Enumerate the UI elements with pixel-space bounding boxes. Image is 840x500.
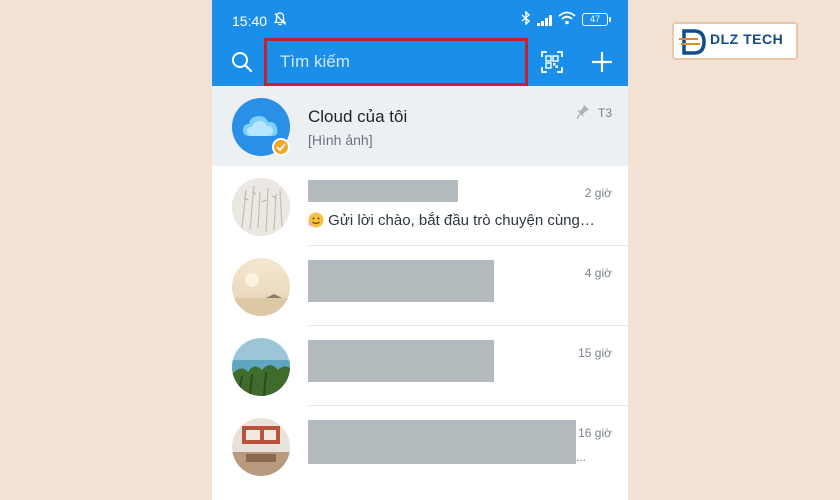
wifi-icon xyxy=(558,11,576,28)
watermark-tagline xyxy=(710,48,711,54)
conversation-row[interactable]: 4 giờ xyxy=(212,246,628,326)
battery-icon: 47 xyxy=(582,13,611,26)
conversation-time: T3 xyxy=(597,106,612,120)
verified-icon xyxy=(272,138,290,156)
avatar xyxy=(232,338,290,396)
pin-icon xyxy=(576,104,590,120)
status-bar: 15:40 47 xyxy=(212,0,628,38)
conversation-time: 16 giờ xyxy=(578,426,612,440)
avatar xyxy=(232,178,290,236)
redacted-content xyxy=(308,340,494,382)
header-bar: Tìm kiếm xyxy=(212,38,628,86)
status-left: 15:40 xyxy=(232,12,287,29)
emoji-icon xyxy=(308,212,328,229)
plus-icon[interactable] xyxy=(590,50,614,74)
conversation-row[interactable]: 15 giờ xyxy=(212,326,628,406)
status-time: 15:40 xyxy=(232,12,268,29)
bell-off-icon xyxy=(273,12,287,29)
bluetooth-icon xyxy=(521,10,531,28)
avatar xyxy=(232,258,290,316)
conversation-preview: [Hình ảnh] xyxy=(308,132,373,148)
conversation-row-cloud[interactable]: Cloud của tôi [Hình ảnh] T3 xyxy=(212,86,628,166)
redacted-content xyxy=(308,260,494,302)
qr-scan-icon[interactable] xyxy=(540,50,564,74)
search-placeholder: Tìm kiếm xyxy=(280,52,350,71)
phone-screen: 15:40 47 Tìm kiếm Cloud của tôi [Hình ản… xyxy=(212,0,628,500)
watermark-logo: DLZ TECH xyxy=(672,22,798,60)
search-icon[interactable] xyxy=(230,50,254,74)
conversation-time: 15 giờ xyxy=(578,346,612,360)
redacted-name xyxy=(308,180,458,202)
conversation-preview-text: Gửi lời chào, bắt đầu trò chuyện cùng… xyxy=(328,212,595,229)
conversation-preview: Gửi lời chào, bắt đầu trò chuyện cùng… xyxy=(308,212,595,229)
watermark-brand: DLZ TECH xyxy=(710,31,784,47)
conversation-trailing: ... xyxy=(576,450,587,464)
conversation-time: 4 giờ xyxy=(584,266,612,280)
search-input[interactable]: Tìm kiếm xyxy=(264,38,528,86)
avatar xyxy=(232,418,290,476)
dlz-logo-icon xyxy=(679,29,706,55)
conversation-row[interactable]: 16 giờ ... xyxy=(212,406,628,486)
conversation-list: Cloud của tôi [Hình ảnh] T3 Gửi lời chào… xyxy=(212,86,628,486)
status-right: 47 xyxy=(521,10,611,28)
conversation-time: 2 giờ xyxy=(584,186,612,200)
conversation-name: Cloud của tôi xyxy=(308,107,408,126)
conversation-row[interactable]: Gửi lời chào, bắt đầu trò chuyện cùng… 2… xyxy=(212,166,628,246)
redacted-content xyxy=(308,420,576,464)
signal-icon xyxy=(537,14,552,26)
